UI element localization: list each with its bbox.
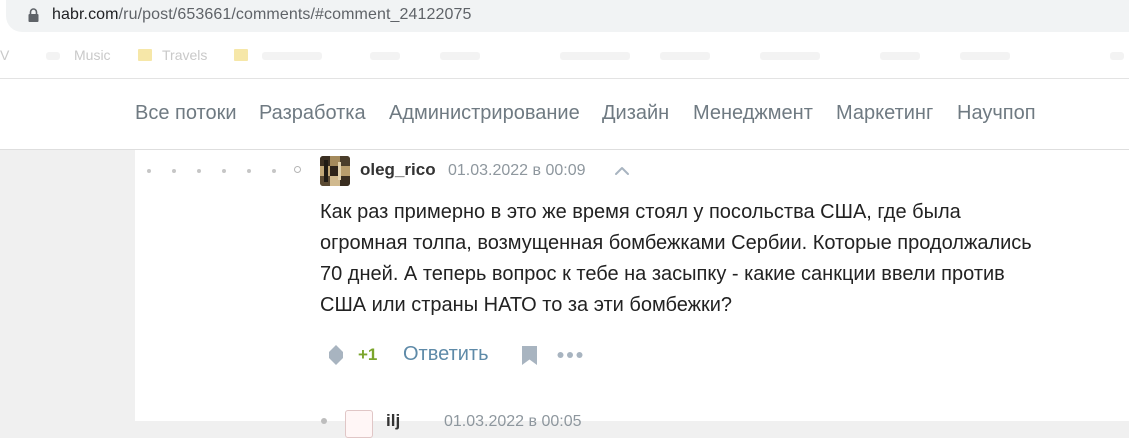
bookmark-item[interactable]: [880, 52, 920, 60]
thread-dot: [147, 169, 151, 173]
chevron-up-icon[interactable]: [613, 163, 631, 177]
bookmark-item[interactable]: [370, 52, 400, 60]
bookmark-item[interactable]: Music: [74, 47, 111, 63]
avatar-image: [320, 156, 350, 186]
comment-author[interactable]: ilj: [386, 411, 400, 431]
browser-address-bar: habr.com/ru/post/653661/comments/#commen…: [0, 0, 1129, 34]
nav-item-management[interactable]: Менеджмент: [693, 102, 813, 125]
thread-dot: [247, 169, 251, 173]
thread-dot: [222, 169, 226, 173]
bookmark-item[interactable]: [960, 52, 1010, 60]
comment-line: США или страны НАТО то за эти бомбежки?: [320, 294, 733, 316]
nav-item-design[interactable]: Дизайн: [602, 102, 669, 125]
folder-icon: [234, 49, 248, 61]
folder-icon: [138, 49, 152, 61]
lock-icon[interactable]: [28, 8, 39, 22]
bookmark-favicon: [46, 52, 60, 60]
url-text[interactable]: habr.com/ru/post/653661/comments/#commen…: [52, 6, 472, 24]
more-dots-icon[interactable]: [557, 350, 583, 360]
bookmark-item[interactable]: Travels: [162, 47, 207, 63]
bookmark-icon[interactable]: [521, 345, 538, 366]
comment-score: +1: [358, 345, 378, 364]
bookmarks-bar: V Music Travels: [0, 34, 1129, 79]
bookmark-item[interactable]: [760, 52, 820, 60]
bookmark-item[interactable]: V: [0, 47, 9, 63]
thread-dot: [272, 169, 276, 173]
bookmark-item[interactable]: [560, 52, 630, 60]
comment-body: Как раз примерно в это же время стоял у …: [320, 197, 1100, 321]
comment-timestamp[interactable]: 01.03.2022 в 00:05: [444, 413, 582, 431]
reply-button[interactable]: Ответить: [403, 343, 489, 366]
nav-item-administration[interactable]: Администрирование: [389, 102, 580, 125]
bookmark-item[interactable]: [440, 52, 480, 60]
thread-dot: [321, 418, 327, 424]
vote-diamond-icon[interactable]: [328, 344, 344, 366]
avatar[interactable]: [320, 156, 350, 186]
bookmark-item[interactable]: [660, 52, 710, 60]
url-field[interactable]: habr.com/ru/post/653661/comments/#commen…: [6, 0, 1129, 32]
nav-item-development[interactable]: Разработка: [259, 102, 366, 125]
comment-line: Как раз примерно в это же время стоял у …: [320, 201, 961, 223]
url-path: /ru/post/653661/comments/#comment_241220…: [118, 6, 472, 23]
url-host: habr.com: [52, 6, 119, 23]
hubs-navigation: Все потоки Разработка Администрирование …: [0, 79, 1129, 150]
bookmark-item[interactable]: [1110, 52, 1124, 60]
comment-line: огромная толпа, возмущенная бомбежками С…: [320, 232, 1032, 254]
thread-dot: [172, 169, 176, 173]
nav-item-popular-science[interactable]: Научпоп: [957, 102, 1036, 125]
bookmark-item[interactable]: [262, 52, 322, 60]
comment-author[interactable]: oleg_rico: [360, 160, 436, 180]
thread-dot: [197, 169, 201, 173]
nav-item-all-streams[interactable]: Все потоки: [135, 102, 237, 125]
avatar[interactable]: [345, 410, 373, 438]
thread-current-ring: [294, 166, 301, 173]
nav-item-marketing[interactable]: Маркетинг: [836, 102, 933, 125]
comment-timestamp[interactable]: 01.03.2022 в 00:09: [448, 162, 586, 180]
comment-line: 70 дней. А теперь вопрос к тебе на засып…: [320, 263, 1005, 285]
